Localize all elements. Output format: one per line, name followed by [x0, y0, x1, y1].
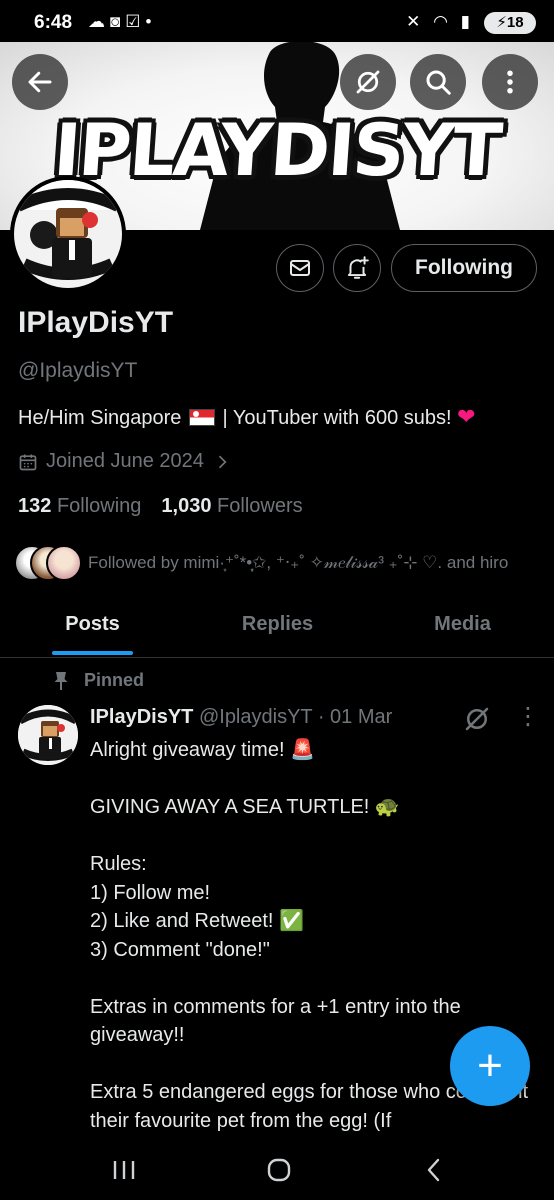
back-nav-button[interactable] — [404, 1148, 464, 1192]
mute-icon: ✕ — [406, 12, 425, 31]
home-icon — [267, 1158, 291, 1182]
recent-apps-button[interactable] — [94, 1148, 154, 1192]
followed-by-text: Followed by mimi·͙⁺˚*•̩̩͙✩, ⁺‧₊˚ ✧𝓂𝑒𝓁𝒾𝓈𝓈… — [88, 553, 509, 572]
recent-apps-icon — [113, 1161, 135, 1179]
discord-icon: ◙ — [110, 12, 126, 31]
search-icon — [426, 70, 451, 95]
following-link[interactable]: 132 Following — [18, 495, 141, 517]
post-more-icon[interactable]: ⋮ — [516, 705, 540, 729]
bio-text-start: He/Him Singapore — [18, 407, 182, 429]
followers-count: 1,030 — [161, 495, 212, 517]
active-tab-indicator — [52, 651, 133, 655]
post-author-handle[interactable]: @IplaydisYT — [199, 706, 312, 728]
post-author-avatar[interactable] — [18, 705, 78, 765]
joined-text: Joined June 2024 — [46, 450, 204, 472]
grok-icon — [356, 70, 380, 94]
checkbox-icon: ☑ — [125, 12, 146, 31]
back-button[interactable] — [12, 54, 68, 110]
avatar-image — [18, 705, 78, 765]
signal-icon: ▮ — [460, 12, 474, 31]
dot-icon: • — [145, 12, 157, 31]
post-author-name[interactable]: IPlayDisYT — [90, 706, 193, 728]
weather-icon: ☁ — [88, 12, 110, 31]
more-vertical-icon — [507, 70, 513, 94]
pinned-text: Pinned — [84, 670, 145, 690]
compose-post-button[interactable]: + — [450, 1026, 530, 1106]
arrow-left-icon — [28, 71, 52, 93]
followers-link[interactable]: 1,030 Followers — [161, 495, 302, 517]
notification-icons: ☁◙☑• — [88, 12, 156, 32]
tab-replies[interactable]: Replies — [215, 598, 340, 656]
joined-date[interactable]: Joined June 2024 — [18, 450, 232, 473]
status-bar: 6:48 ☁◙☑• ✕ ◠ ▮ ⚡18 — [0, 0, 554, 42]
avatar — [46, 545, 82, 581]
profile-handle: @IplaydisYT — [18, 359, 138, 382]
follow-counts: 132 Following 1,030 Followers — [18, 495, 303, 518]
grok-button[interactable] — [340, 54, 396, 110]
calendar-icon — [19, 454, 37, 470]
following-count: 132 — [18, 495, 52, 517]
message-button[interactable] — [276, 244, 324, 292]
chevron-left-icon — [427, 1158, 440, 1182]
system-icons: ✕ ◠ ▮ — [406, 12, 474, 32]
following-label: Following — [56, 495, 142, 517]
battery-indicator: ⚡18 — [484, 12, 536, 34]
home-button[interactable] — [249, 1148, 309, 1192]
bio-text-end: | YouTuber with 600 subs! — [216, 407, 458, 429]
post-date[interactable]: 01 Mar — [330, 706, 392, 728]
plus-icon: + — [477, 1041, 503, 1090]
followers-label: Followers — [217, 495, 303, 517]
following-button[interactable]: Following — [391, 244, 537, 292]
profile-avatar[interactable] — [10, 176, 126, 292]
pin-icon — [54, 671, 68, 690]
tab-media[interactable]: Media — [400, 598, 525, 656]
notifications-button[interactable] — [333, 244, 381, 292]
followed-by[interactable]: Followed by mimi·͙⁺˚*•̩̩͙✩, ⁺‧₊˚ ✧𝓂𝑒𝓁𝒾𝓈𝓈… — [14, 545, 508, 581]
system-navigation-bar — [0, 1140, 554, 1200]
followed-by-avatars — [14, 545, 84, 581]
wifi-icon: ◠ — [433, 12, 452, 31]
divider — [0, 657, 554, 658]
profile-bio: He/Him Singapore | YouTuber with 600 sub… — [18, 404, 476, 430]
bell-plus-icon — [347, 256, 369, 279]
post-separator: · — [312, 706, 331, 728]
chevron-right-icon — [218, 455, 227, 468]
pinned-label: Pinned — [54, 670, 144, 691]
avatar-image — [14, 180, 122, 288]
battery-level: 18 — [506, 14, 524, 31]
mail-icon — [290, 260, 310, 276]
charging-icon: ⚡ — [496, 14, 507, 31]
grok-icon[interactable] — [462, 704, 492, 734]
singapore-flag-icon — [188, 409, 215, 426]
heart-icon: ❤ — [457, 404, 476, 429]
profile-tabs: Posts Replies Media — [0, 598, 554, 656]
post-header: IPlayDisYT @IplaydisYT · 01 Mar — [90, 706, 392, 729]
search-button[interactable] — [410, 54, 466, 110]
display-name: IPlayDisYT — [18, 306, 174, 339]
tab-posts[interactable]: Posts — [30, 598, 155, 656]
status-time: 6:48 — [34, 12, 73, 33]
more-options-button[interactable] — [482, 54, 538, 110]
